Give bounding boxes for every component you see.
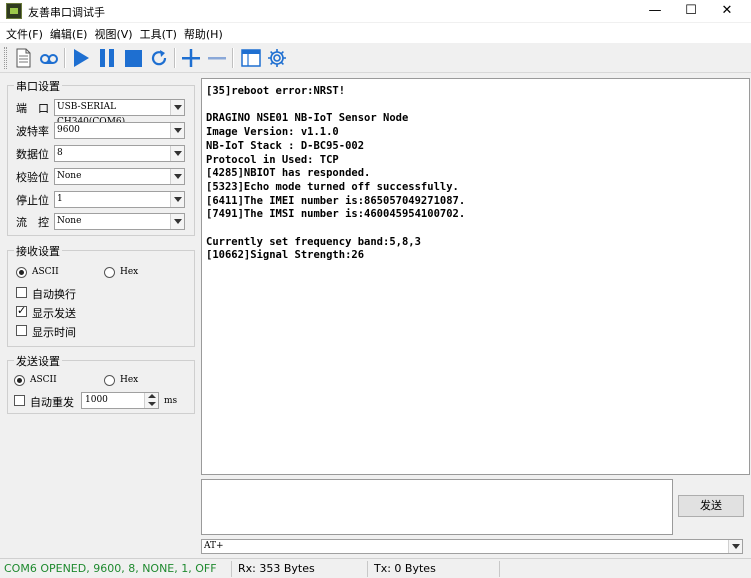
receive-ascii-label: ASCII [32,267,59,277]
loop-button[interactable] [38,47,60,69]
remove-button[interactable] [206,47,228,69]
app-icon [6,3,22,19]
parity-label: 校验位 [16,171,49,184]
chevron-down-icon[interactable] [170,146,184,161]
tx-count: Tx: 0 Bytes [370,561,500,577]
auto-wrap-label: 自动换行 [32,288,76,301]
settings-button[interactable] [266,47,288,69]
baud-value: 9600 [57,125,80,135]
databits-value: 8 [57,148,63,158]
gear-icon [268,49,286,67]
interval-stepper[interactable] [144,393,158,408]
chevron-down-icon[interactable] [170,214,184,229]
refresh-button[interactable] [148,47,170,69]
command-value: AT+ [204,541,224,551]
refresh-icon [151,50,167,66]
stop-icon [125,50,142,67]
send-settings-group: 发送设置 ASCII Hex 自动重发 1000 ms [7,353,195,414]
send-hex-label: Hex [120,375,139,385]
toolbar [0,43,751,73]
auto-resend-label: 自动重发 [30,396,74,409]
show-time-label: 显示时间 [32,326,76,339]
add-button[interactable] [180,47,202,69]
receive-ascii-radio[interactable] [16,267,27,278]
send-hex-radio[interactable] [104,375,115,386]
rx-count: Rx: 353 Bytes [234,561,368,577]
databits-label: 数据位 [16,148,49,161]
toolbar-separator [64,48,66,68]
chevron-down-icon[interactable] [170,100,184,115]
send-input[interactable] [201,479,673,535]
pause-icon [100,49,114,67]
command-select[interactable]: AT+ [201,539,743,554]
flow-label: 流 控 [16,216,49,229]
chevron-down-icon[interactable] [170,192,184,207]
new-file-button[interactable] [12,47,34,69]
parity-select[interactable]: None [54,168,185,185]
show-time-checkbox[interactable] [16,325,27,336]
stop-button[interactable] [122,47,144,69]
databits-select[interactable]: 8 [54,145,185,162]
baud-select[interactable]: 9600 [54,122,185,139]
window-icon [241,49,261,67]
play-button[interactable] [70,47,92,69]
menu-bar: 文件(F) 编辑(E) 视图(V) 工具(T) 帮助(H) [0,23,751,43]
receive-hex-radio[interactable] [104,267,115,278]
menu-view[interactable]: 视图(V) [92,23,137,43]
port-select[interactable]: USB-SERIAL CH340(COM6) [54,99,185,127]
window-button[interactable] [240,47,262,69]
resend-interval-value: 1000 [85,395,108,405]
serial-settings-title: 串口设置 [14,78,62,94]
auto-resend-checkbox[interactable] [14,395,25,406]
plus-icon [182,49,200,67]
interval-unit: ms [164,396,178,406]
toolbar-separator [232,48,234,68]
baud-label: 波特率 [16,125,49,138]
show-send-label: 显示发送 [32,307,76,320]
minus-icon [208,57,226,60]
send-ascii-radio[interactable] [14,375,25,386]
stopbits-value: 1 [57,194,63,204]
parity-value: None [57,171,82,181]
chevron-down-icon[interactable] [170,123,184,138]
stopbits-label: 停止位 [16,194,49,207]
resend-interval-input[interactable]: 1000 [81,392,159,409]
receive-hex-label: Hex [120,267,139,277]
toolbar-grip[interactable] [4,47,7,69]
pause-button[interactable] [96,47,118,69]
receive-output[interactable]: [35]reboot error:NRST! DRAGINO NSE01 NB-… [201,78,750,475]
auto-wrap-checkbox[interactable] [16,287,27,298]
receive-settings-title: 接收设置 [14,243,62,259]
menu-file[interactable]: 文件(F) [4,23,48,43]
chevron-down-icon[interactable] [728,540,742,553]
new-file-icon [16,48,31,68]
loop-icon [40,54,58,64]
connection-status: COM6 OPENED, 9600, 8, NONE, 1, OFF [0,561,232,577]
menu-help[interactable]: 帮助(H) [182,23,228,43]
send-button[interactable]: 发送 [678,495,744,517]
status-bar: COM6 OPENED, 9600, 8, NONE, 1, OFF Rx: 3… [0,558,751,578]
flow-select[interactable]: None [54,213,185,230]
chevron-down-icon[interactable] [170,169,184,184]
send-ascii-label: ASCII [30,375,57,385]
receive-output-text: [35]reboot error:NRST! DRAGINO NSE01 NB-… [206,85,466,262]
receive-settings-group: 接收设置 ASCII Hex 自动换行 显示发送 显示时间 [7,243,195,347]
menu-tools[interactable]: 工具(T) [138,23,182,43]
serial-settings-group: 串口设置 端 口 USB-SERIAL CH340(COM6) 波特率 9600… [7,78,195,236]
toolbar-separator [174,48,176,68]
window-title: 友善串口调试手 [28,6,105,19]
stopbits-select[interactable]: 1 [54,191,185,208]
flow-value: None [57,216,82,226]
show-send-checkbox[interactable] [16,304,27,317]
close-button[interactable]: ✕ [704,0,750,22]
menu-edit[interactable]: 编辑(E) [48,23,93,43]
play-icon [74,49,89,67]
send-settings-title: 发送设置 [14,353,62,369]
title-bar: 友善串口调试手 — ☐ ✕ [0,0,751,22]
port-label: 端 口 [16,102,49,115]
